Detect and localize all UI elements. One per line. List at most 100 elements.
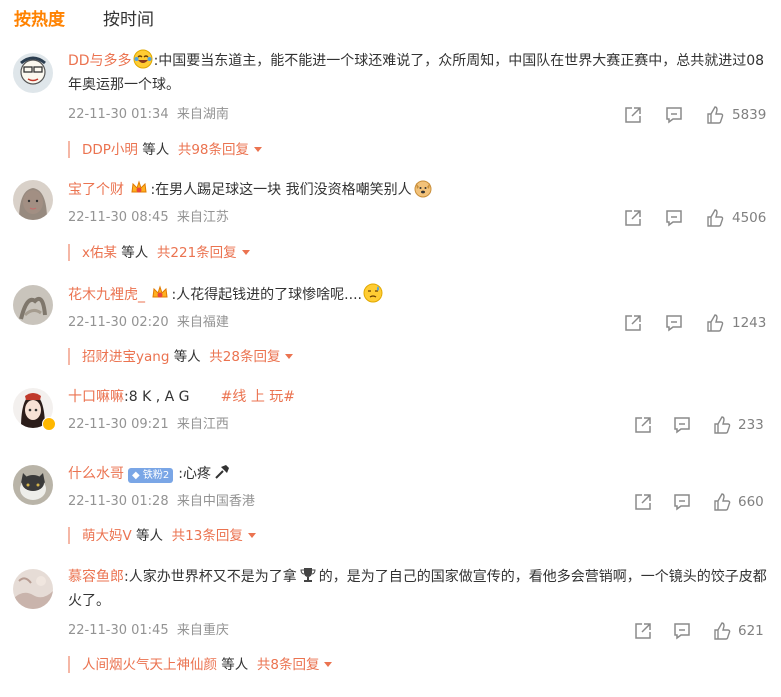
- comment-text: 什么水哥 ◆ 铁粉2 :心疼: [68, 462, 768, 486]
- avatar[interactable]: [13, 53, 53, 93]
- reply-summary[interactable]: 人间烟火气天上神仙颜 等人 共8条回复: [68, 650, 768, 680]
- comment-username[interactable]: DD与多多: [68, 53, 132, 69]
- comment-meta: 22-11-30 01:45 来自重庆: [68, 622, 229, 640]
- chevron-down-icon: [247, 533, 256, 538]
- share-icon[interactable]: [623, 313, 643, 333]
- reply-divider: [68, 527, 70, 544]
- reply-etc: 等人: [142, 142, 170, 158]
- comment-username[interactable]: 花木九裡虎_: [68, 287, 145, 303]
- comment-text: 花木九裡虎_ :人花得起钱进的了球惨啥呢....: [68, 283, 768, 307]
- comment-actions: 4506: [623, 208, 773, 228]
- doge-emoji-icon: [413, 178, 433, 198]
- like-count: 660: [738, 494, 764, 510]
- comment-text: 十口嘛嘛:8 K , A G #线 上 玩#: [68, 385, 768, 409]
- comment-location: 来自中国香港: [176, 494, 255, 509]
- reply-summary[interactable]: DDP小明 等人 共98条回复: [68, 135, 768, 165]
- hammer-icon: [212, 462, 232, 482]
- share-icon[interactable]: [633, 621, 653, 641]
- comment-time: 22-11-30 09:21: [68, 417, 169, 432]
- comment-username[interactable]: 慕容鱼郎: [68, 569, 124, 585]
- reply-summary[interactable]: 萌大妈V 等人 共13条回复: [68, 521, 768, 551]
- comment-actions: 1243: [623, 313, 773, 333]
- reply-divider: [68, 656, 70, 673]
- sort-tabs: 按热度 按时间: [0, 0, 781, 38]
- like-count: 621: [738, 623, 764, 639]
- avatar[interactable]: [13, 569, 53, 609]
- avatar[interactable]: [13, 180, 53, 220]
- comment-meta: 22-11-30 02:20 来自福建: [68, 314, 229, 332]
- like-icon[interactable]: [712, 492, 732, 512]
- sweat-emoji-icon: [363, 283, 383, 303]
- comment-location: 来自重庆: [176, 623, 229, 638]
- share-icon[interactable]: [623, 105, 643, 125]
- comment-text: 慕容鱼郎:人家办世界杯又不是为了拿 的，是为了自己的国家做宣传的，看他多会营销啊，…: [68, 565, 768, 613]
- reply-summary[interactable]: x佑某 等人 共221条回复: [68, 238, 768, 268]
- like-icon[interactable]: [705, 313, 725, 333]
- reply-username[interactable]: DDP小明: [82, 142, 138, 158]
- tab-by-time[interactable]: 按时间: [103, 9, 154, 31]
- comment-text: DD与多多:中国要当东道主，能不能进一个球还难说了，众所周知，中国队在世界大赛正…: [68, 49, 768, 97]
- reply-username[interactable]: x佑某: [82, 245, 117, 261]
- like-count: 4506: [732, 210, 767, 226]
- share-icon[interactable]: [633, 415, 653, 435]
- like-icon[interactable]: [712, 621, 732, 641]
- verified-badge-icon: [42, 417, 56, 431]
- avatar[interactable]: [13, 465, 53, 505]
- topic-link[interactable]: #线 上 玩#: [221, 389, 295, 405]
- avatar[interactable]: [13, 285, 53, 325]
- more-replies-link[interactable]: 共28条回复: [209, 349, 280, 365]
- comment-actions: 233: [633, 415, 773, 435]
- comment-icon[interactable]: [664, 313, 684, 333]
- comment-icon[interactable]: [664, 105, 684, 125]
- fan-badge: ◆ 铁粉2: [128, 468, 174, 483]
- comment-text: 宝了个财 :在男人踢足球这一块 我们没资格嘲笑别人: [68, 178, 768, 202]
- tab-by-heat[interactable]: 按热度: [14, 9, 65, 31]
- chevron-down-icon: [241, 250, 250, 255]
- comment-location: 来自福建: [176, 315, 229, 330]
- comment-body: :心疼: [178, 466, 211, 482]
- trophy-emoji-icon: [298, 565, 318, 585]
- comment-icon[interactable]: [672, 415, 692, 435]
- more-replies-link[interactable]: 共8条回复: [257, 657, 320, 673]
- fan-badge-label: 铁粉2: [142, 470, 170, 481]
- share-icon[interactable]: [633, 492, 653, 512]
- reply-etc: 等人: [173, 349, 201, 365]
- comment-meta: 22-11-30 09:21 来自江西: [68, 416, 229, 434]
- more-replies-link[interactable]: 共221条回复: [157, 245, 237, 261]
- comment-icon[interactable]: [672, 492, 692, 512]
- reply-divider: [68, 141, 70, 158]
- reply-etc: 等人: [221, 657, 249, 673]
- like-icon[interactable]: [705, 208, 725, 228]
- comment-body: :中国要当东道主，能不能进一个球还难说了，众所周知，中国队在世界大赛正赛中，总共…: [68, 53, 765, 93]
- comment-location: 来自江苏: [176, 210, 229, 225]
- share-icon[interactable]: [623, 208, 643, 228]
- comment-username[interactable]: 十口嘛嘛: [68, 389, 124, 405]
- chevron-down-icon: [285, 354, 294, 359]
- reply-username[interactable]: 萌大妈V: [82, 528, 132, 544]
- reply-username[interactable]: 招财进宝yang: [82, 349, 169, 365]
- reply-etc: 等人: [136, 528, 164, 544]
- comment-time: 22-11-30 08:45: [68, 210, 169, 225]
- like-count: 1243: [732, 315, 767, 331]
- reply-etc: 等人: [121, 245, 149, 261]
- reply-username[interactable]: 人间烟火气天上神仙颜: [82, 657, 217, 673]
- like-icon[interactable]: [705, 105, 725, 125]
- crown-emoji-icon: [150, 283, 170, 303]
- comment-meta: 22-11-30 01:34 来自湖南: [68, 106, 229, 124]
- comment-username[interactable]: 宝了个财: [68, 182, 124, 198]
- crown-emoji-icon: [129, 178, 149, 198]
- comment-meta: 22-11-30 08:45 来自江苏: [68, 209, 229, 227]
- reply-summary[interactable]: 招财进宝yang 等人 共28条回复: [68, 342, 768, 372]
- comment-username[interactable]: 什么水哥: [68, 466, 124, 482]
- comment-icon[interactable]: [664, 208, 684, 228]
- like-icon[interactable]: [712, 415, 732, 435]
- comment-time: 22-11-30 01:45: [68, 623, 169, 638]
- reply-divider: [68, 244, 70, 261]
- comment-time: 22-11-30 01:28: [68, 494, 169, 509]
- comment-body: :人花得起钱进的了球惨啥呢....: [171, 287, 362, 303]
- laugh-cry-emoji-icon: [133, 49, 153, 69]
- comment-actions: 5839: [623, 105, 773, 125]
- more-replies-link[interactable]: 共13条回复: [172, 528, 243, 544]
- comment-icon[interactable]: [672, 621, 692, 641]
- more-replies-link[interactable]: 共98条回复: [178, 142, 249, 158]
